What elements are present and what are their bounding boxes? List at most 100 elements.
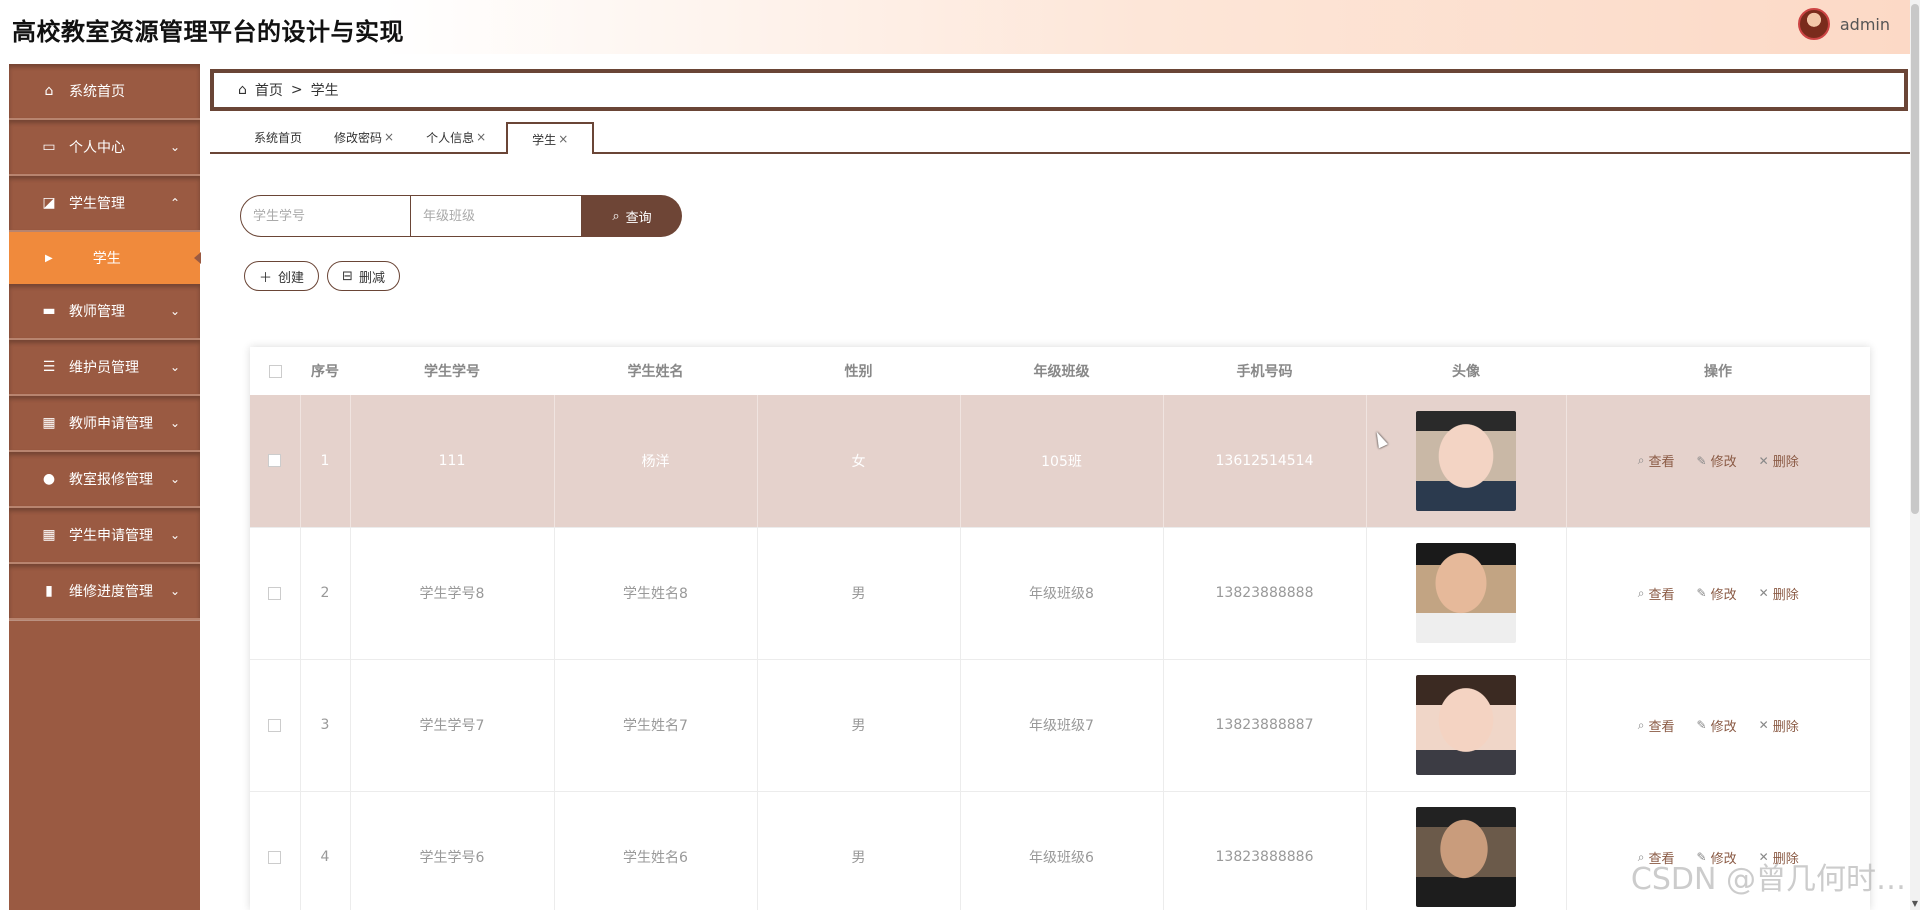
- sidebar-item-teacher-applications[interactable]: ▦ 教师申请管理 ⌄: [9, 396, 200, 452]
- close-icon[interactable]: ×: [558, 132, 568, 146]
- view-button[interactable]: ⌕ 查看: [1638, 584, 1675, 603]
- edit-button[interactable]: ✎ 修改: [1697, 584, 1737, 603]
- sidebar-item-label: 教室报修管理: [69, 472, 153, 488]
- cell-avatar: [1365, 791, 1566, 910]
- chart-icon: ◪: [42, 195, 56, 211]
- view-button[interactable]: ⌕ 查看: [1638, 451, 1675, 470]
- close-icon: ✕: [1758, 453, 1769, 468]
- row-checkbox-cell[interactable]: [250, 791, 300, 910]
- column-header: 头像: [1366, 347, 1566, 395]
- table-row[interactable]: 2 学生学号8 学生姓名8 男 年级班级8 13823888888 ⌕ 查看 ✎ 修…: [250, 527, 1870, 660]
- edit-button[interactable]: ✎ 修改: [1697, 716, 1737, 735]
- user-name[interactable]: admin: [1840, 15, 1890, 34]
- sidebar-item-profile[interactable]: ▭ 个人中心 ⌄: [9, 120, 200, 176]
- scrollbar-thumb[interactable]: [1911, 4, 1919, 514]
- row-checkbox[interactable]: [268, 586, 282, 600]
- student-photo[interactable]: [1416, 807, 1516, 907]
- remove-button[interactable]: ✕ 删除: [1759, 716, 1799, 735]
- student-photo[interactable]: [1416, 543, 1516, 643]
- sidebar-subitem-label: 学生: [92, 251, 121, 267]
- close-icon[interactable]: ×: [476, 130, 486, 144]
- remove-label: 删除: [1772, 455, 1799, 471]
- row-checkbox-cell[interactable]: [250, 527, 300, 660]
- view-label: 查看: [1648, 719, 1675, 735]
- tab-student[interactable]: 学生 ×: [506, 122, 595, 154]
- cell-avatar: [1365, 395, 1566, 528]
- pencil-icon: ✎: [1696, 586, 1707, 600]
- printer-icon: ▬: [42, 303, 56, 319]
- row-checkbox[interactable]: [268, 454, 282, 468]
- grid-icon: ▦: [42, 527, 56, 543]
- tab-home[interactable]: 系统首页: [242, 122, 314, 152]
- class-search-input[interactable]: [411, 195, 582, 237]
- student-photo[interactable]: [1416, 410, 1516, 511]
- row-checkbox-cell[interactable]: [250, 395, 300, 528]
- app-title: 高校教室资源管理平台的设计与实现: [12, 18, 404, 46]
- tab-profile[interactable]: 个人信息 ×: [414, 122, 498, 152]
- cell-phone: 13823888887: [1162, 659, 1366, 792]
- search-button[interactable]: ⌕ 查询: [582, 195, 682, 237]
- tab-label: 个人信息: [426, 130, 475, 145]
- create-button-label: 创建: [278, 270, 305, 286]
- search-icon: ⌕: [1637, 453, 1645, 468]
- sidebar-item-teachers[interactable]: ▬ 教师管理 ⌄: [9, 284, 200, 340]
- student-photo[interactable]: [1416, 675, 1516, 775]
- user-avatar[interactable]: [1797, 8, 1830, 40]
- column-header: 学生姓名: [554, 347, 757, 395]
- sidebar-item-students[interactable]: ◪ 学生管理 ⌃: [9, 176, 200, 232]
- table-row[interactable]: 1 111 杨洋 女 105班 13612514514 ⌕ 查看 ✎ 修改 ✕ 删除: [250, 395, 1870, 528]
- sidebar-item-home[interactable]: ⌂ 系统首页: [9, 64, 200, 120]
- remove-button[interactable]: ✕ 删除: [1758, 451, 1799, 471]
- top-header: 高校教室资源管理平台的设计与实现 admin: [0, 0, 1910, 54]
- row-checkbox[interactable]: [268, 718, 282, 732]
- table-row[interactable]: 3 学生学号7 学生姓名7 男 年级班级7 13823888887 ⌕ 查看 ✎ 修…: [250, 659, 1870, 792]
- cell-class: 年级班级7: [959, 659, 1163, 792]
- cell-avatar: [1365, 659, 1566, 792]
- sidebar-item-repair-progress[interactable]: ▮ 维修进度管理 ⌄: [9, 564, 200, 620]
- sidebar-item-label: 教师申请管理: [69, 416, 153, 432]
- cell-ops: ⌕ 查看 ✎ 修改 ✕ 删除: [1565, 395, 1870, 528]
- view-button[interactable]: ⌕ 查看: [1638, 716, 1675, 735]
- cell-class: 年级班级8: [959, 527, 1163, 660]
- create-button[interactable]: ＋ 创建: [244, 261, 320, 291]
- row-checkbox-cell[interactable]: [250, 659, 300, 792]
- cell-phone: 13823888886: [1162, 791, 1366, 910]
- tab-change-password[interactable]: 修改密码 ×: [322, 122, 406, 152]
- cell-class: 105班: [959, 395, 1163, 528]
- sidebar-subitem-student[interactable]: ▶ 学生: [9, 232, 201, 284]
- breadcrumb-home[interactable]: 首页: [255, 80, 283, 100]
- sidebar-item-label: 学生申请管理: [69, 528, 153, 544]
- cell-student-name: 学生姓名8: [553, 527, 757, 660]
- minus-square-icon: ⊟: [342, 268, 353, 284]
- remove-button[interactable]: ✕ 删除: [1759, 584, 1799, 603]
- edit-button[interactable]: ✎ 修改: [1697, 451, 1737, 471]
- view-label: 查看: [1648, 587, 1675, 603]
- column-header: 学生学号: [350, 347, 554, 395]
- user-menu[interactable]: admin: [1797, 8, 1890, 40]
- cell-gender: 男: [756, 527, 960, 660]
- delete-button[interactable]: ⊟ 删减: [327, 261, 400, 291]
- select-all-checkbox[interactable]: [268, 364, 282, 378]
- student-no-search-input[interactable]: [240, 195, 411, 237]
- cell-index: 4: [299, 791, 350, 910]
- edit-label: 修改: [1710, 587, 1737, 603]
- scroll-down-arrow-icon[interactable]: ▼: [1911, 900, 1919, 908]
- select-all-checkbox-cell[interactable]: [250, 347, 300, 395]
- cell-avatar: [1365, 527, 1566, 660]
- sidebar-item-maintainers[interactable]: ☰ 维护员管理 ⌄: [9, 340, 200, 396]
- cell-gender: 男: [756, 791, 960, 910]
- grid-icon: ▦: [42, 415, 56, 431]
- page-scrollbar[interactable]: ▼: [1910, 0, 1920, 910]
- chevron-down-icon: ⌄: [169, 360, 180, 374]
- home-icon: ⌂: [44, 83, 54, 99]
- tab-label: 修改密码: [334, 130, 383, 145]
- cell-class: 年级班级6: [959, 791, 1163, 910]
- sidebar-item-repair-reports[interactable]: ● 教室报修管理 ⌄: [9, 452, 200, 508]
- sidebar-item-label: 维护员管理: [69, 360, 139, 376]
- sidebar-item-student-applications[interactable]: ▦ 学生申请管理 ⌄: [9, 508, 200, 564]
- table-row[interactable]: 4 学生学号6 学生姓名6 男 年级班级6 13823888886 ⌕ 查看 ✎ 修…: [250, 791, 1870, 910]
- row-checkbox[interactable]: [268, 850, 282, 864]
- close-icon[interactable]: ×: [384, 130, 394, 144]
- cell-student-name: 学生姓名7: [553, 659, 757, 792]
- delete-button-label: 删减: [358, 270, 385, 286]
